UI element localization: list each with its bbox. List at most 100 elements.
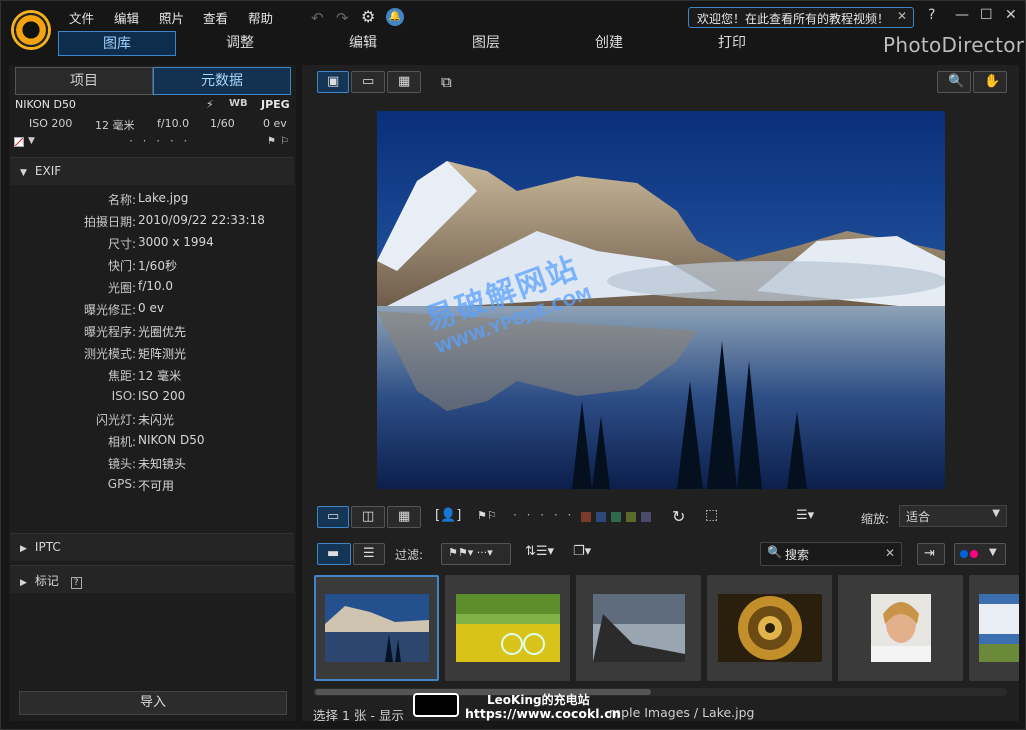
exif-row: 光圈: f/10.0	[10, 279, 294, 301]
tab-library[interactable]: 图库	[58, 31, 176, 56]
exif-value: Lake.jpg	[138, 191, 189, 205]
filter-dropdown[interactable]: ⚑⚑▾ ···▾	[441, 543, 511, 565]
status-bar-text: 选择 1 张 - 显示	[313, 708, 404, 723]
ev-stat: 0 ev	[263, 117, 287, 130]
thumbnail-row-icon: ▬	[327, 546, 340, 561]
search-clear-icon[interactable]: ✕	[885, 546, 895, 560]
minimize-icon[interactable]: —	[955, 7, 969, 23]
close-window-icon[interactable]: ✕	[1005, 7, 1017, 23]
thumbnail-staircase[interactable]	[707, 575, 832, 681]
flickr-pink-dot-icon	[970, 550, 978, 558]
portrait-thumb-image	[870, 594, 931, 662]
exif-value: 1/60秒	[138, 259, 177, 273]
exif-row: 名称: Lake.jpg	[10, 191, 294, 213]
color-label-swatch[interactable]	[626, 512, 636, 522]
crop-info-icon[interactable]: ⬚	[705, 507, 718, 523]
thumbnail-bicycle[interactable]	[445, 575, 570, 681]
second-display-icon[interactable]: ⧉	[441, 73, 452, 91]
stack-icon[interactable]: ❐▾	[573, 544, 591, 559]
thumbnail-sky[interactable]	[969, 575, 1019, 681]
undo-icon[interactable]: ↶	[311, 9, 324, 27]
menu-edit[interactable]: 编辑	[114, 8, 139, 26]
color-label-swatch[interactable]	[581, 512, 591, 522]
exif-row: ISO: ISO 200	[10, 389, 294, 411]
exif-key: ISO:	[111, 389, 136, 403]
tutorial-tip-banner[interactable]: 欢迎您！在此查看所有的教程视频！ ✕	[688, 7, 914, 28]
face-tag-icon[interactable]: [👤]	[435, 508, 461, 523]
viewer-mode-button[interactable]: ▣	[317, 71, 349, 93]
browser-mode-button[interactable]: ▭	[351, 71, 385, 93]
export-button[interactable]: ⇥	[917, 543, 945, 565]
reject-flag-icon[interactable]: ⚐	[280, 136, 289, 147]
color-label-dropdown-icon[interactable]: ▼	[28, 136, 35, 146]
exif-row: 相机: NIKON D50	[10, 433, 294, 455]
shutter-stat: 1/60	[210, 117, 235, 130]
menu-view[interactable]: 查看	[203, 8, 228, 26]
menu-photo[interactable]: 照片	[159, 8, 184, 26]
iptc-section-header[interactable]: ▶ IPTC	[10, 533, 294, 561]
exif-value: 未知镜头	[138, 457, 187, 471]
filter-flags-icon: ⚑⚑▾ ···▾	[448, 546, 493, 559]
rating-stars-icon[interactable]: · · · · ·	[513, 508, 574, 522]
exif-row: 闪光灯: 未闪光	[10, 411, 294, 433]
grid-mode-button[interactable]: ▦	[387, 71, 421, 93]
chevron-down-icon: ▼	[989, 547, 997, 558]
rating-dots-icon[interactable]: · · · · ·	[129, 134, 190, 148]
exif-row: 镜头: 未知镜头	[10, 455, 294, 477]
exif-key: 曝光修正:	[83, 303, 136, 317]
pan-tool-button[interactable]: ✋	[973, 71, 1007, 93]
import-button[interactable]: 导入	[19, 691, 287, 715]
notification-bell-icon[interactable]: 🔔	[386, 8, 404, 26]
single-view-button[interactable]: ▭	[317, 506, 349, 528]
tag-help-icon[interactable]: ?	[70, 577, 82, 589]
sort-order-icon[interactable]: ⇅☰▾	[525, 544, 554, 559]
zoom-value: 适合	[906, 510, 931, 524]
camera-model: NIKON D50	[15, 98, 76, 111]
exif-row: 测光模式: 矩阵测光	[10, 345, 294, 367]
color-label-icon[interactable]	[14, 137, 24, 147]
details-mode-button[interactable]: ☰	[353, 543, 385, 565]
exif-row: 拍摄日期: 2010/09/22 22:33:18	[10, 213, 294, 235]
flag-pick-icon[interactable]: ⚑⚐	[477, 509, 497, 522]
tab-print[interactable]: 打印	[673, 31, 791, 56]
thumbnail-lake[interactable]	[314, 575, 439, 681]
menu-help[interactable]: 帮助	[248, 8, 273, 26]
rotate-icon[interactable]: ↻	[672, 507, 685, 526]
zoom-tool-button[interactable]: 🔍	[937, 71, 971, 93]
help-icon[interactable]: ?	[928, 7, 935, 23]
compare-view-button[interactable]: ◫	[351, 506, 385, 528]
multi-view-button[interactable]: ▦	[387, 506, 421, 528]
exif-value: NIKON D50	[138, 433, 205, 447]
filter-label: 过滤:	[395, 548, 424, 562]
thumbnail-boat[interactable]	[576, 575, 701, 681]
exif-value: 矩阵测光	[138, 347, 187, 361]
tags-section-header[interactable]: ▶ 标记 ?	[10, 565, 294, 593]
file-format-badge: JPEG	[261, 98, 290, 111]
sky-thumb-image	[979, 594, 1019, 662]
redo-icon[interactable]: ↷	[336, 9, 349, 27]
settings-gear-icon[interactable]: ⚙	[361, 7, 375, 26]
tab-metadata[interactable]: 元数据	[153, 67, 291, 95]
color-label-swatch[interactable]	[596, 512, 606, 522]
search-input[interactable]: 🔍 搜索 ✕	[760, 542, 902, 566]
thumbnail-portrait[interactable]	[838, 575, 963, 681]
menu-file[interactable]: 文件	[69, 8, 94, 26]
maximize-icon[interactable]: ☐	[980, 7, 993, 23]
exif-section-header[interactable]: ▼ EXIF	[10, 157, 294, 185]
tab-layers[interactable]: 图层	[427, 31, 545, 56]
tab-create[interactable]: 创建	[550, 31, 668, 56]
color-label-swatch[interactable]	[641, 512, 651, 522]
tab-adjust[interactable]: 调整	[181, 31, 299, 56]
tip-close-icon[interactable]: ✕	[897, 9, 907, 23]
tab-project[interactable]: 项目	[15, 67, 153, 95]
color-label-swatch[interactable]	[611, 512, 621, 522]
list-mode-button[interactable]: ▬	[317, 543, 351, 565]
flag-icon[interactable]: ⚑	[267, 136, 276, 147]
zoom-select[interactable]: 适合 ▼	[899, 505, 1007, 527]
tab-edit[interactable]: 编辑	[304, 31, 422, 56]
iso-stat: ISO 200	[29, 117, 73, 130]
sort-menu-icon[interactable]: ☰▾	[796, 508, 814, 523]
scrollbar-thumb[interactable]	[315, 689, 651, 695]
exif-key: 尺寸:	[107, 237, 136, 251]
flickr-share-button[interactable]: ▼	[954, 543, 1006, 565]
